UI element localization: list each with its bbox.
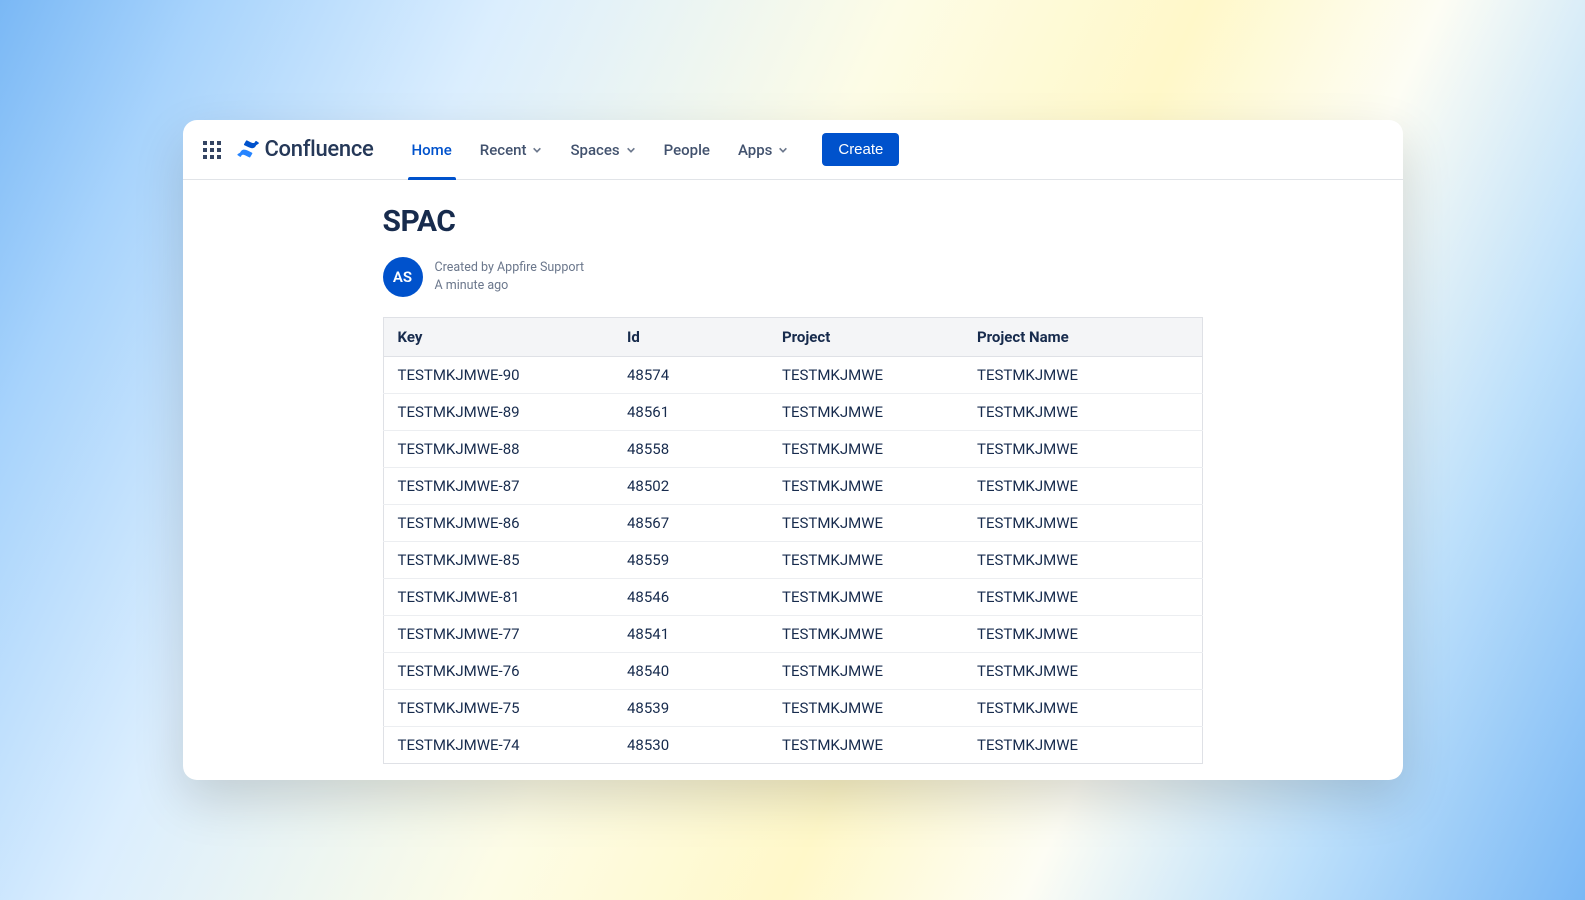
chevron-down-icon [532,145,542,155]
cell-project_name: TESTMKJMWE [963,394,1202,431]
cell-key: TESTMKJMWE-86 [383,505,613,542]
nav-apps[interactable]: Apps [726,120,800,179]
cell-project_name: TESTMKJMWE [963,579,1202,616]
cell-key: TESTMKJMWE-75 [383,690,613,727]
app-switcher-icon[interactable] [201,139,223,161]
cell-project: TESTMKJMWE [768,653,963,690]
nav-recent[interactable]: Recent [468,120,555,179]
avatar[interactable]: AS [383,257,423,297]
cell-key: TESTMKJMWE-76 [383,653,613,690]
cell-project: TESTMKJMWE [768,357,963,394]
nav-spaces[interactable]: Spaces [558,120,647,179]
cell-project_name: TESTMKJMWE [963,653,1202,690]
table-row: TESTMKJMWE-8648567TESTMKJMWETESTMKJMWE [383,505,1202,542]
cell-key: TESTMKJMWE-77 [383,616,613,653]
app-window: Confluence Home Recent Spaces People App… [183,120,1403,780]
top-navigation: Confluence Home Recent Spaces People App… [183,120,1403,180]
cell-project: TESTMKJMWE [768,505,963,542]
cell-key: TESTMKJMWE-87 [383,468,613,505]
cell-id: 48559 [613,542,768,579]
cell-id: 48502 [613,468,768,505]
cell-id: 48567 [613,505,768,542]
nav-items: Home Recent Spaces People Apps [400,120,801,179]
cell-project_name: TESTMKJMWE [963,357,1202,394]
page-title: SPAC [383,204,1403,239]
created-by-text: Created by Appfire Support [435,259,585,277]
cell-key: TESTMKJMWE-74 [383,727,613,764]
chevron-down-icon [626,145,636,155]
nav-apps-label: Apps [738,141,772,159]
cell-project: TESTMKJMWE [768,431,963,468]
header-project-name: Project Name [963,318,1202,357]
cell-id: 48541 [613,616,768,653]
table-row: TESTMKJMWE-7448530TESTMKJMWETESTMKJMWE [383,727,1202,764]
cell-project: TESTMKJMWE [768,468,963,505]
cell-id: 48539 [613,690,768,727]
cell-project_name: TESTMKJMWE [963,431,1202,468]
cell-id: 48530 [613,727,768,764]
table-row: TESTMKJMWE-7548539TESTMKJMWETESTMKJMWE [383,690,1202,727]
table-row: TESTMKJMWE-7648540TESTMKJMWETESTMKJMWE [383,653,1202,690]
cell-id: 48574 [613,357,768,394]
cell-project_name: TESTMKJMWE [963,542,1202,579]
cell-project_name: TESTMKJMWE [963,505,1202,542]
confluence-icon [237,139,259,161]
nav-recent-label: Recent [480,141,527,159]
table-row: TESTMKJMWE-7748541TESTMKJMWETESTMKJMWE [383,616,1202,653]
table-row: TESTMKJMWE-9048574TESTMKJMWETESTMKJMWE [383,357,1202,394]
cell-id: 48540 [613,653,768,690]
table-row: TESTMKJMWE-8548559TESTMKJMWETESTMKJMWE [383,542,1202,579]
cell-project: TESTMKJMWE [768,579,963,616]
byline-text: Created by Appfire Support A minute ago [435,259,585,295]
table-row: TESTMKJMWE-8948561TESTMKJMWETESTMKJMWE [383,394,1202,431]
cell-project: TESTMKJMWE [768,616,963,653]
timestamp-text: A minute ago [435,277,585,295]
page-byline: AS Created by Appfire Support A minute a… [383,257,1403,297]
header-key: Key [383,318,613,357]
cell-key: TESTMKJMWE-81 [383,579,613,616]
cell-project_name: TESTMKJMWE [963,616,1202,653]
cell-project: TESTMKJMWE [768,727,963,764]
nav-people[interactable]: People [652,120,722,179]
cell-project: TESTMKJMWE [768,690,963,727]
nav-home-label: Home [412,141,452,159]
cell-key: TESTMKJMWE-88 [383,431,613,468]
nav-spaces-label: Spaces [570,141,619,159]
table-row: TESTMKJMWE-8748502TESTMKJMWETESTMKJMWE [383,468,1202,505]
cell-project: TESTMKJMWE [768,394,963,431]
page-content: SPAC AS Created by Appfire Support A min… [183,180,1403,780]
cell-id: 48558 [613,431,768,468]
nav-home[interactable]: Home [400,120,464,179]
table-row: TESTMKJMWE-8848558TESTMKJMWETESTMKJMWE [383,431,1202,468]
cell-id: 48546 [613,579,768,616]
data-table: Key Id Project Project Name TESTMKJMWE-9… [383,317,1203,764]
cell-project: TESTMKJMWE [768,542,963,579]
cell-project_name: TESTMKJMWE [963,468,1202,505]
cell-key: TESTMKJMWE-90 [383,357,613,394]
cell-key: TESTMKJMWE-89 [383,394,613,431]
cell-project_name: TESTMKJMWE [963,727,1202,764]
nav-people-label: People [664,141,710,159]
cell-project_name: TESTMKJMWE [963,690,1202,727]
table-row: TESTMKJMWE-8148546TESTMKJMWETESTMKJMWE [383,579,1202,616]
brand-logo[interactable]: Confluence [237,137,374,162]
table-header-row: Key Id Project Project Name [383,318,1202,357]
cell-key: TESTMKJMWE-85 [383,542,613,579]
brand-name: Confluence [265,137,374,162]
header-id: Id [613,318,768,357]
chevron-down-icon [778,145,788,155]
cell-id: 48561 [613,394,768,431]
create-button[interactable]: Create [822,133,899,166]
header-project: Project [768,318,963,357]
